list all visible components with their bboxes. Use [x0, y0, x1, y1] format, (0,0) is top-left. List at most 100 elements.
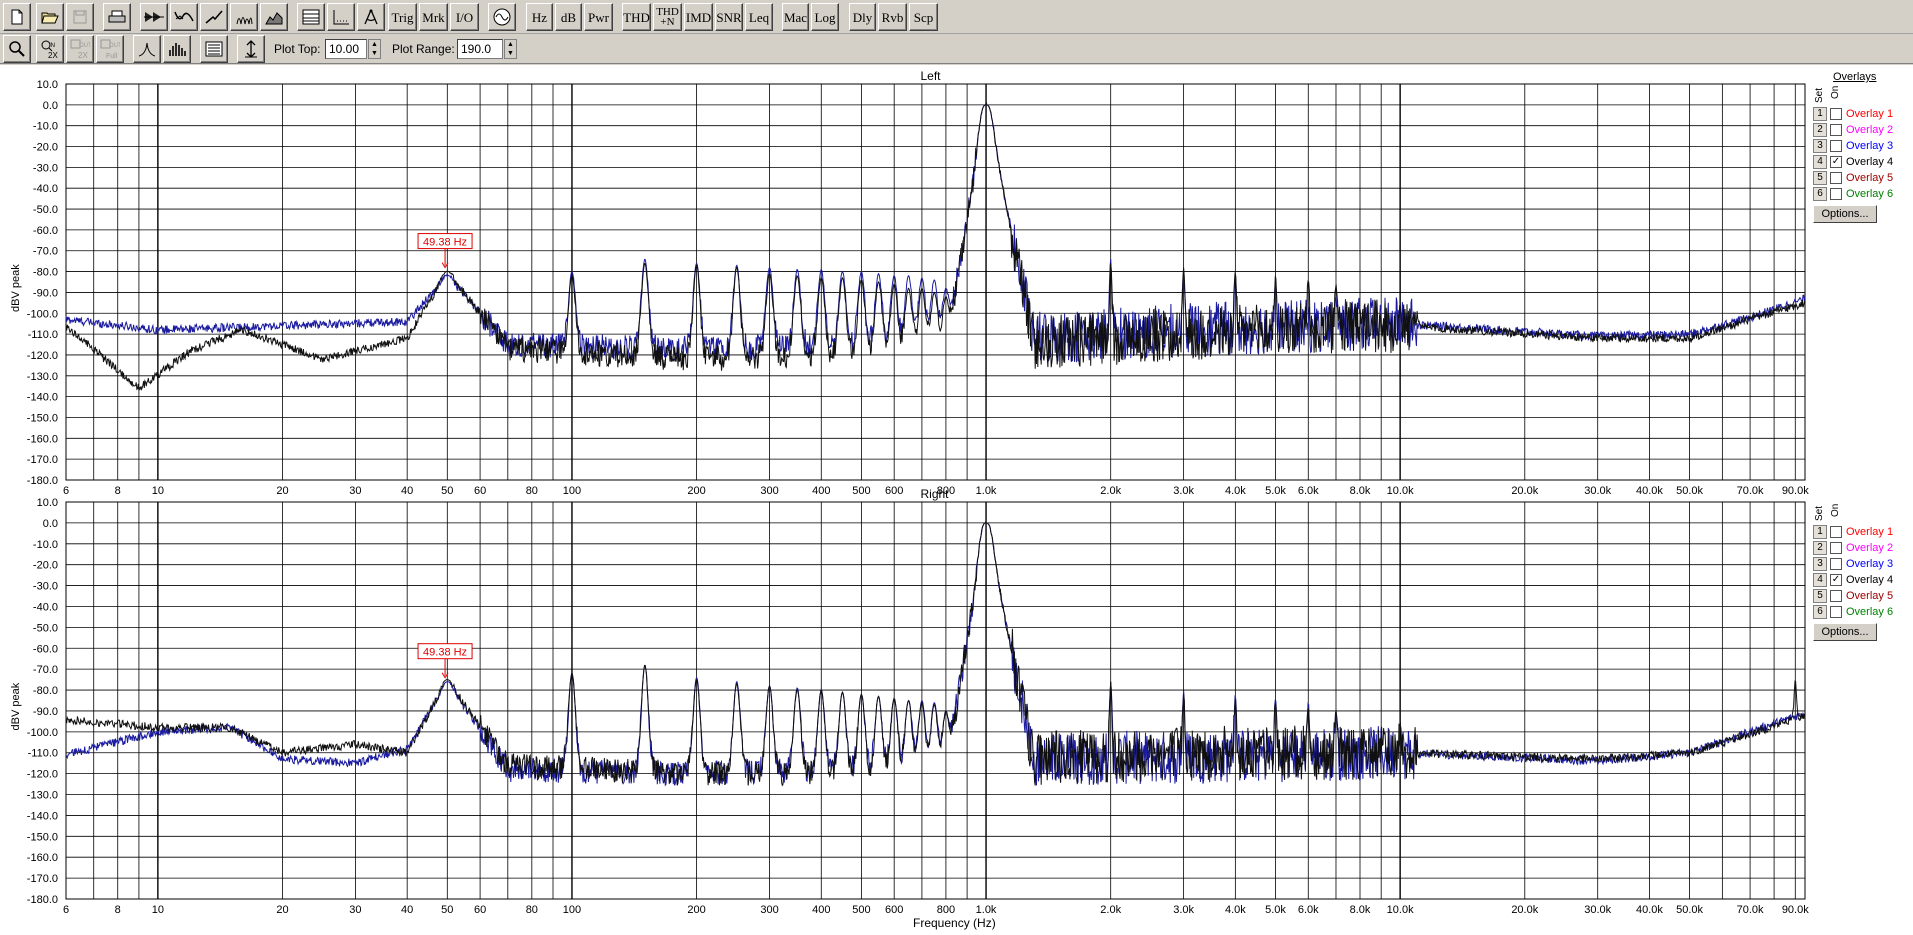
overlay-name-4: Overlay 4 [1846, 156, 1894, 168]
overlay-checkbox-1[interactable] [1830, 108, 1842, 120]
y-tick-label: -50.0 [33, 622, 58, 634]
spectrum-charts[interactable]: Left10.00.0-10.0-20.0-30.0-40.0-50.0-60.… [0, 65, 1913, 935]
hz-button-label: Hz [531, 9, 548, 25]
overlay-set-button-5[interactable]: 5 [1813, 171, 1827, 185]
overlay-checkbox-3[interactable] [1830, 140, 1842, 152]
overlay-checkbox-4[interactable]: ✓ [1830, 574, 1842, 586]
rvb-button[interactable]: Rvb [878, 3, 907, 31]
spectrogram-icon[interactable] [260, 3, 288, 31]
overlay-set-button-4[interactable]: 4 [1813, 155, 1827, 169]
overlay-checkbox-2[interactable] [1830, 124, 1842, 136]
print-icon[interactable] [103, 3, 131, 31]
fast-forward-icon[interactable] [140, 3, 168, 31]
svg-text:OUT: OUT [109, 43, 120, 49]
new-file-icon[interactable] [3, 3, 31, 31]
signal-generator-icon[interactable] [488, 3, 516, 31]
leq-button[interactable]: Leq [745, 3, 773, 31]
axes-icon[interactable] [327, 3, 355, 31]
overlay-set-button-3[interactable]: 3 [1813, 139, 1827, 153]
mrk-button[interactable]: Mrk [419, 3, 448, 31]
x-tick-label: 6 [63, 904, 69, 916]
snr-button-label: SNR [716, 9, 742, 25]
x-tick-label: 6.0k [1298, 904, 1319, 916]
data-table-icon[interactable] [297, 3, 325, 31]
x-tick-label: 40 [401, 485, 413, 497]
zoom-out-2x-icon[interactable]: 2X OUT [66, 35, 94, 63]
x-tick-label: 5.0k [1265, 485, 1286, 497]
y-tick-label: -10.0 [33, 121, 58, 133]
overlay-checkbox-6[interactable] [1830, 188, 1842, 200]
overlay-name-5: Overlay 5 [1846, 590, 1894, 602]
thd-button-label: THD [623, 9, 650, 25]
overlay-set-button-3[interactable]: 3 [1813, 557, 1827, 571]
hz-button[interactable]: Hz [526, 3, 553, 31]
zoom-in-2x-icon[interactable]: 2X IN [36, 35, 64, 63]
mac-button[interactable]: Mac [782, 3, 809, 31]
y-tick-label: -30.0 [33, 581, 58, 593]
x-tick-label: 600 [885, 485, 903, 497]
waveform-icon[interactable] [170, 3, 198, 31]
overlay-set-button-2[interactable]: 2 [1813, 123, 1827, 137]
overlay-set-button-1[interactable]: 1 [1813, 525, 1827, 539]
overlay-name-6: Overlay 6 [1846, 606, 1894, 618]
waterfall-icon[interactable] [230, 3, 258, 31]
pwr-button[interactable]: Pwr [584, 3, 613, 31]
plot-top-input[interactable] [325, 39, 367, 59]
thdn-button[interactable]: THD +N [653, 3, 682, 31]
overlay-row-4: 4 ✓ Overlay 4 [1806, 573, 1913, 587]
overlay-checkbox-2[interactable] [1830, 542, 1842, 554]
range-arrows-icon[interactable] [237, 35, 265, 63]
overlay-checkbox-4[interactable]: ✓ [1830, 156, 1842, 168]
overlay-set-button-6[interactable]: 6 [1813, 605, 1827, 619]
plot-range-input[interactable] [457, 39, 503, 59]
x-tick-label: 3.0k [1173, 904, 1194, 916]
overlay-set-button-4[interactable]: 4 [1813, 573, 1827, 587]
overlay-checkbox-5[interactable] [1830, 590, 1842, 602]
compass-icon[interactable] [357, 3, 385, 31]
y-tick-label: -100.0 [27, 308, 58, 320]
overlay-set-button-2[interactable]: 2 [1813, 541, 1827, 555]
open-folder-icon[interactable] [36, 3, 64, 31]
overlay-options-button[interactable]: Options... [1813, 205, 1877, 223]
overlay-checkbox-5[interactable] [1830, 172, 1842, 184]
x-tick-label: 50 [441, 485, 453, 497]
y-tick-label: -20.0 [33, 560, 58, 572]
chart-right: Right 10.0 0.0 -10.0 -20.0 -30.0 -40.0 -50.0 -60… [10, 487, 1809, 916]
display-list-icon[interactable] [200, 35, 228, 63]
snr-button[interactable]: SNR [715, 3, 743, 31]
y-tick-label: -140.0 [27, 810, 58, 822]
db-button[interactable]: dB [555, 3, 582, 31]
overlay-row-3: 3 Overlay 3 [1806, 557, 1913, 571]
x-tick-label: 800 [937, 904, 955, 916]
log-button[interactable]: Log [811, 3, 839, 31]
plot-range-spinner[interactable]: ▲ ▼ [504, 39, 517, 59]
scp-button[interactable]: Scp [909, 3, 938, 31]
y-tick-label: -120.0 [27, 350, 58, 362]
ramp-icon[interactable] [200, 3, 228, 31]
imd-button[interactable]: IMD [684, 3, 713, 31]
y-tick-label: -10.0 [33, 539, 58, 551]
dly-button[interactable]: Dly [849, 3, 876, 31]
overlay-checkbox-3[interactable] [1830, 558, 1842, 570]
y-tick-label: -90.0 [33, 287, 58, 299]
overlay-checkbox-6[interactable] [1830, 606, 1842, 618]
overlay-options-button[interactable]: Options... [1813, 623, 1877, 641]
peak-icon[interactable] [133, 35, 161, 63]
zoom-out-full-icon[interactable]: Full OUT [96, 35, 124, 63]
save-disk-icon[interactable] [66, 3, 94, 31]
zoom-magnifier-icon[interactable] [3, 35, 31, 63]
overlay-set-button-1[interactable]: 1 [1813, 107, 1827, 121]
plot-top-spinner[interactable]: ▲ ▼ [368, 39, 381, 59]
y-tick-label: -60.0 [33, 225, 58, 237]
mac-button-label: Mac [783, 9, 808, 25]
overlay-set-button-6[interactable]: 6 [1813, 187, 1827, 201]
on-column-label: On [1830, 85, 1841, 99]
bar-spectrum-icon[interactable] [163, 35, 191, 63]
io-button[interactable]: I/O [450, 3, 479, 31]
overlay-set-button-5[interactable]: 5 [1813, 589, 1827, 603]
thd-button[interactable]: THD [622, 3, 651, 31]
x-tick-label: 20.0k [1511, 904, 1538, 916]
trig-button[interactable]: Trig [388, 3, 417, 31]
x-tick-label: 6 [63, 485, 69, 497]
overlay-checkbox-1[interactable] [1830, 526, 1842, 538]
